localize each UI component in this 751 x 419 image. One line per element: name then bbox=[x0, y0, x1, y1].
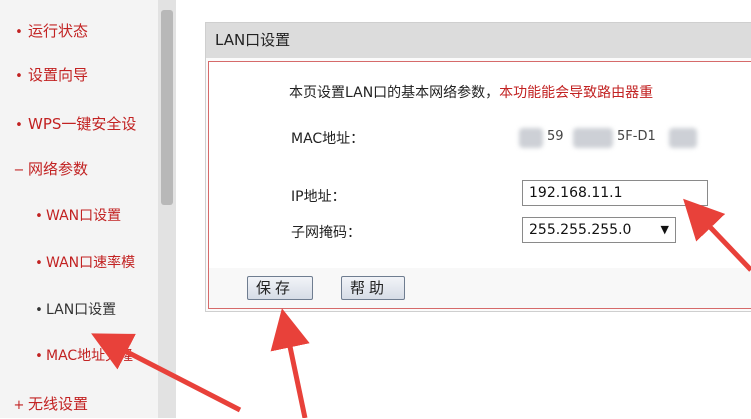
sidebar-scrollbar[interactable] bbox=[158, 0, 176, 418]
sidebar-item-label: 设置向导 bbox=[28, 66, 89, 84]
mac-value: 59 5F-D1 bbox=[519, 128, 699, 148]
scroll-thumb[interactable] bbox=[161, 10, 173, 205]
sidebar-item-label: MAC地址克隆 bbox=[46, 348, 134, 364]
bullet-icon: • bbox=[35, 349, 43, 364]
subnet-mask-select[interactable]: 255.255.255.0 ▼ bbox=[522, 217, 676, 243]
bullet-icon: • bbox=[15, 69, 23, 84]
collapse-icon: − bbox=[13, 163, 25, 178]
sidebar-item-label: 运行状态 bbox=[28, 22, 89, 40]
bullet-icon: • bbox=[35, 256, 43, 271]
intro-text: 本页设置LAN口的基本网络参数，本功能能会导致路由器重 bbox=[289, 82, 653, 102]
lan-settings-panel: LAN口设置 本页设置LAN口的基本网络参数，本功能能会导致路由器重 MAC地址… bbox=[205, 22, 751, 312]
subnet-mask-value: 255.255.255.0 bbox=[529, 222, 632, 238]
panel-title: LAN口设置 bbox=[206, 23, 751, 58]
bullet-icon: • bbox=[15, 25, 23, 40]
mac-part: 59 bbox=[547, 129, 564, 144]
bullet-icon: • bbox=[15, 118, 23, 133]
panel-body: 本页设置LAN口的基本网络参数，本功能能会导致路由器重 MAC地址： 59 5F… bbox=[208, 61, 751, 269]
ip-address-input[interactable] bbox=[522, 180, 708, 206]
sidebar-item-wan-settings[interactable]: • WAN口设置 bbox=[32, 203, 121, 229]
sidebar: • 运行状态 • 设置向导 • WPS一键安全设 − 网络参数 • WAN口设置 • WAN… bbox=[0, 0, 158, 418]
button-bar: 保存 帮助 bbox=[208, 268, 751, 309]
sidebar-item-label: WAN口速率模 bbox=[46, 255, 136, 271]
mac-redacted-block bbox=[519, 128, 543, 148]
sidebar-item-lan-settings[interactable]: • LAN口设置 bbox=[32, 297, 116, 323]
sidebar-item-label: LAN口设置 bbox=[46, 302, 117, 318]
sidebar-item-wan-speed[interactable]: • WAN口速率模 bbox=[32, 250, 135, 276]
dropdown-caret-icon: ▼ bbox=[660, 223, 669, 236]
sidebar-item-wps[interactable]: • WPS一键安全设 bbox=[10, 111, 136, 137]
sidebar-item-mac-clone[interactable]: • MAC地址克隆 bbox=[32, 343, 133, 369]
sidebar-item-label: WAN口设置 bbox=[46, 208, 122, 224]
mac-label: MAC地址： bbox=[291, 131, 365, 147]
help-button[interactable]: 帮助 bbox=[341, 276, 405, 300]
arrow-to-save-button bbox=[270, 308, 310, 418]
expand-icon: + bbox=[13, 398, 25, 413]
save-button[interactable]: 保存 bbox=[247, 276, 313, 300]
bullet-icon: • bbox=[35, 303, 43, 318]
ip-label: IP地址： bbox=[291, 189, 346, 205]
subnet-mask-label: 子网掩码： bbox=[291, 225, 361, 241]
mac-redacted-block bbox=[669, 128, 697, 148]
sidebar-item-status[interactable]: • 运行状态 bbox=[10, 18, 88, 44]
sidebar-item-label: 网络参数 bbox=[28, 160, 89, 178]
bullet-icon: • bbox=[35, 209, 43, 224]
intro-warning: 本功能能会导致路由器重 bbox=[499, 85, 654, 101]
sidebar-item-wireless[interactable]: + 无线设置 bbox=[10, 391, 88, 417]
sidebar-item-network[interactable]: − 网络参数 bbox=[10, 156, 88, 182]
sidebar-item-label: 无线设置 bbox=[28, 395, 89, 413]
mac-part: 5F-D1 bbox=[617, 129, 656, 144]
sidebar-item-label: WPS一键安全设 bbox=[28, 115, 137, 133]
mac-redacted-block bbox=[573, 128, 613, 148]
intro-description: 本页设置LAN口的基本网络参数， bbox=[289, 85, 500, 101]
sidebar-item-setup-wizard[interactable]: • 设置向导 bbox=[10, 62, 88, 88]
